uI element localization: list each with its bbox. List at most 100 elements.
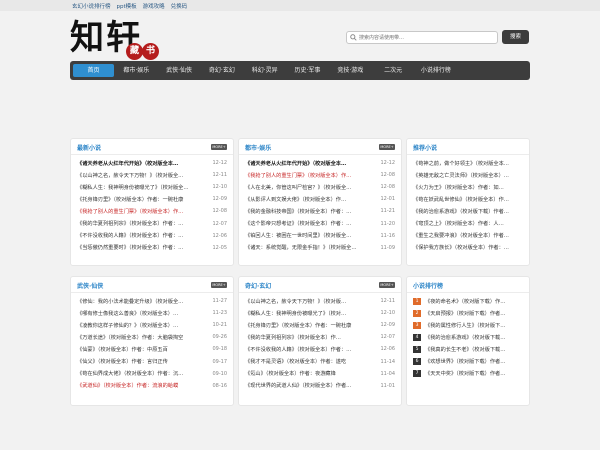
more-button[interactable]: MORE+ xyxy=(211,144,227,150)
rank-item[interactable]: 2 《天启预报》（校对版下载）作者… xyxy=(407,307,529,319)
novel-title-link[interactable]: 《以山神之名，赦令天下万物！》（校对版全… xyxy=(77,172,207,179)
novel-title-link[interactable]: 《我的华夏列祖列宗》（校对版全本）作… xyxy=(245,334,375,341)
list-item[interactable]: 《重生之我要冲浪》（校对版全本）作者… xyxy=(407,230,529,242)
rank-item[interactable]: 3 《我的属性修行人生》（校对版下… xyxy=(407,319,529,331)
list-item[interactable]: 《哪有修士像我这么善良》（校对版全本）… 11-23 xyxy=(71,307,233,319)
novel-title-link[interactable]: 《天天中奖》（校对版下载）作者… xyxy=(425,370,523,377)
novel-title-link[interactable]: 《夜的命名术》（校对版下载）作… xyxy=(425,298,523,305)
novel-title-link[interactable]: 《欢想世界》（校对版下载）作者… xyxy=(425,358,523,365)
novel-title-link[interactable]: 《我的属性修行人生》（校对版下… xyxy=(425,322,523,329)
list-item[interactable]: 《不许没收我的人籍》（校对版全本）作者：… 12-06 xyxy=(239,343,401,355)
list-item[interactable]: 《人在北美，你管这叫尸检官？》（校对版全… 12-08 xyxy=(239,181,401,193)
list-item[interactable]: 《苟在仙界成大佬》（校对版全本）作者：沉… 09-10 xyxy=(71,368,233,380)
novel-title-link[interactable]: 《凌教你这样子修仙的？》（校对版全本）… xyxy=(77,322,207,329)
list-item[interactable]: 《修仙：我的小法术能叠定升级》（校对版全… 11-27 xyxy=(71,295,233,307)
list-item[interactable]: 《以山神之名，赦令天下万物！》（校对版全… 12-11 xyxy=(71,169,233,181)
novel-title-link[interactable]: 《我抢了别人的重生门票》（校对版全本）作… xyxy=(245,172,375,179)
nav-urban[interactable]: 都市·娱乐 xyxy=(116,64,157,77)
search-input[interactable] xyxy=(359,32,489,43)
list-item[interactable]: 《凌教你这样子修仙的？》（校对版全本）… 10-21 xyxy=(71,319,233,331)
novel-title-link[interactable]: 《苟神之前，做个好领主》（校对版全本… xyxy=(413,160,523,167)
nav-history[interactable]: 历史·军事 xyxy=(287,64,328,77)
novel-title-link[interactable]: 《糊私人生：我神明身份被曝光了》（校对… xyxy=(245,310,375,317)
top-link-redeem-code[interactable]: 兑换码 xyxy=(171,2,188,10)
novel-title-link[interactable]: 《哪有修士像我这么善良》（校对版全本）… xyxy=(77,310,207,317)
more-button[interactable]: MORE+ xyxy=(211,282,227,288)
list-item[interactable]: 《铂回人生：被困在一世时间里》（校对版全… 11-16 xyxy=(239,230,401,242)
list-item[interactable]: 《我才不是灵语》（校对版全本）作者：遂吃 11-14 xyxy=(239,355,401,367)
rank-item[interactable]: 7 《天天中奖》（校对版下载）作者… xyxy=(407,368,529,380)
list-item[interactable]: 《我的华夏列祖列宗》（校对版全本）作者：… 12-07 xyxy=(71,217,233,229)
rank-item[interactable]: 6 《欢想世界》（校对版下载）作者… xyxy=(407,355,529,367)
novel-title-link[interactable]: 《我的金融科技帝国》（校对版全本）作者：… xyxy=(245,208,375,215)
list-item[interactable]: 《诸天养老从火红年代开始》（校对版全本… 12-12 xyxy=(71,157,233,169)
rank-item[interactable]: 5 《我真的长生不老》（校对版下载… xyxy=(407,343,529,355)
novel-title-link[interactable]: 《人在北美，你管这叫尸检官？》（校对版全… xyxy=(245,184,375,191)
rank-item[interactable]: 4 《我的治愈系游戏》（校对版下载… xyxy=(407,331,529,343)
list-item[interactable]: 《苟神之前，做个好领主》（校对版全本… xyxy=(407,157,529,169)
list-item[interactable]: 《仙父》（校对版全本）作者：言归正传 09-17 xyxy=(71,355,233,367)
list-item[interactable]: 《武道仙》（校对版全本）作者：流浪的蛤蟆 08-16 xyxy=(71,380,233,392)
novel-title-link[interactable]: 《不许没收我的人籍》（校对版全本）作者：… xyxy=(77,232,207,239)
more-button[interactable]: MORE+ xyxy=(379,282,395,288)
more-button[interactable]: MORE+ xyxy=(379,144,395,150)
list-item[interactable]: 《火力为王》（校对版全本）作者：如… xyxy=(407,181,529,193)
list-item[interactable]: 《我的金融科技帝国》（校对版全本）作者：… 11-21 xyxy=(239,205,401,217)
novel-title-link[interactable]: 《这个影帝只想考证》（校对版全本）作者：… xyxy=(245,220,375,227)
novel-title-link[interactable]: 《穹顶之上》（校对版全本）作者：人… xyxy=(413,220,523,227)
list-item[interactable]: 《仙蒙》（校对版全本）作者：中原五百 09-18 xyxy=(71,343,233,355)
site-logo[interactable]: 知 轩 藏 书 xyxy=(70,18,165,62)
novel-title-link[interactable]: 《诸天养老从火红年代开始》（校对版全本… xyxy=(77,160,207,167)
top-link-ppt[interactable]: ppt模板 xyxy=(117,2,137,10)
novel-title-link[interactable]: 《仙父》（校对版全本）作者：言归正传 xyxy=(77,358,207,365)
novel-title-link[interactable]: 《托身锋刃里》（校对版全本）作者：一碗杜康 xyxy=(245,322,375,329)
top-link-xuanhuan-ranking[interactable]: 玄幻小说排行榜 xyxy=(72,2,111,10)
novel-title-link[interactable]: 《铂回人生：被困在一世时间里》（校对版全… xyxy=(245,232,375,239)
novel-title-link[interactable]: 《天启预报》（校对版下载）作者… xyxy=(425,310,523,317)
list-item[interactable]: 《万道长途》（校对版全本）作者：大脑袋掏空 09-26 xyxy=(71,331,233,343)
nav-ranking[interactable]: 小说排行榜 xyxy=(415,64,456,77)
list-item[interactable]: 《不许没收我的人籍》（校对版全本）作者：… 12-06 xyxy=(71,230,233,242)
search-button[interactable]: 搜索 xyxy=(502,30,529,44)
novel-title-link[interactable]: 《我真的长生不老》（校对版下载… xyxy=(425,346,523,353)
list-item[interactable]: 《我的治愈系游戏》（校对版下载）作者… xyxy=(407,205,529,217)
rank-item[interactable]: 1 《夜的命名术》（校对版下载）作… xyxy=(407,295,529,307)
list-item[interactable]: 《托身锋刃里》（校对版全本）作者：一碗杜康 12-09 xyxy=(71,193,233,205)
novel-title-link[interactable]: 《我的治愈系游戏》（校对版下载）作者… xyxy=(413,208,523,215)
list-item[interactable]: 《托身锋刃里》（校对版全本）作者：一碗杜康 12-09 xyxy=(239,319,401,331)
novel-title-link[interactable]: 《糊私人生：我神明身份被曝光了》（校对版全… xyxy=(77,184,207,191)
novel-title-link[interactable]: 《以山神之名，赦令天下万物！》（校对版… xyxy=(245,298,375,305)
novel-title-link[interactable]: 《从影评人到文娱大佬》（校对版全本）作… xyxy=(245,196,375,203)
novel-title-link[interactable]: 《修仙：我的小法术能叠定升级》（校对版全… xyxy=(77,298,207,305)
nav-acg[interactable]: 二次元 xyxy=(373,64,414,77)
top-link-game-guide[interactable]: 游戏攻略 xyxy=(143,2,165,10)
list-item[interactable]: 《氖山》（校对版全本）作者：夜游藏锋 11-04 xyxy=(239,368,401,380)
list-item[interactable]: 《糊私人生：我神明身份被曝光了》（校对… 12-10 xyxy=(239,307,401,319)
novel-title-link[interactable]: 《托身锋刃里》（校对版全本）作者：一碗杜康 xyxy=(77,196,207,203)
list-item[interactable]: 《英雄无敌之亡灵法师》（校对版全本）… xyxy=(407,169,529,181)
list-item[interactable]: 《诸天：系统觉醒，无限金手指！》（校对版全… 11-09 xyxy=(239,242,401,254)
novel-title-link[interactable]: 《武道仙》（校对版全本）作者：流浪的蛤蟆 xyxy=(77,382,207,389)
nav-home[interactable]: 首页 xyxy=(73,64,114,77)
list-item[interactable]: 《保护我方族长》（校对版全本）作者：… xyxy=(407,242,529,254)
novel-title-link[interactable]: 《保护我方族长》（校对版全本）作者：… xyxy=(413,244,523,251)
novel-title-link[interactable]: 《当惩傲仍然重要时》（校对版全本）作者：… xyxy=(77,244,207,251)
list-item[interactable]: 《诸天养老从火红年代开始》（校对版全本… 12-12 xyxy=(239,157,401,169)
list-item[interactable]: 《从影评人到文娱大佬》（校对版全本）作… 12-01 xyxy=(239,193,401,205)
nav-wuxia[interactable]: 武侠·仙侠 xyxy=(159,64,200,77)
novel-title-link[interactable]: 《重生之我要冲浪》（校对版全本）作者… xyxy=(413,232,523,239)
novel-title-link[interactable]: 《我抢了别人的重生门票》（校对版全本）作… xyxy=(77,208,207,215)
list-item[interactable]: 《当惩傲仍然重要时》（校对版全本）作者：… 12-05 xyxy=(71,242,233,254)
nav-games[interactable]: 竞技·游戏 xyxy=(330,64,371,77)
novel-title-link[interactable]: 《苟在仙界成大佬》（校对版全本）作者：沉… xyxy=(77,370,207,377)
novel-title-link[interactable]: 《不许没收我的人籍》（校对版全本）作者：… xyxy=(245,346,375,353)
list-item[interactable]: 《我抢了别人的重生门票》（校对版全本）作… 12-08 xyxy=(239,169,401,181)
list-item[interactable]: 《现代世界的武道人仙》（校对版全本）作者… 11-01 xyxy=(239,380,401,392)
novel-title-link[interactable]: 《我才不是灵语》（校对版全本）作者：遂吃 xyxy=(245,358,375,365)
novel-title-link[interactable]: 《火力为王》（校对版全本）作者：如… xyxy=(413,184,523,191)
list-item[interactable]: 《我的华夏列祖列宗》（校对版全本）作… 12-07 xyxy=(239,331,401,343)
novel-title-link[interactable]: 《万道长途》（校对版全本）作者：大脑袋掏空 xyxy=(77,334,207,341)
novel-title-link[interactable]: 《苟在妖武乱世修仙》（校对版全本）作… xyxy=(413,196,523,203)
novel-title-link[interactable]: 《我的华夏列祖列宗》（校对版全本）作者：… xyxy=(77,220,207,227)
list-item[interactable]: 《苟在妖武乱世修仙》（校对版全本）作… xyxy=(407,193,529,205)
